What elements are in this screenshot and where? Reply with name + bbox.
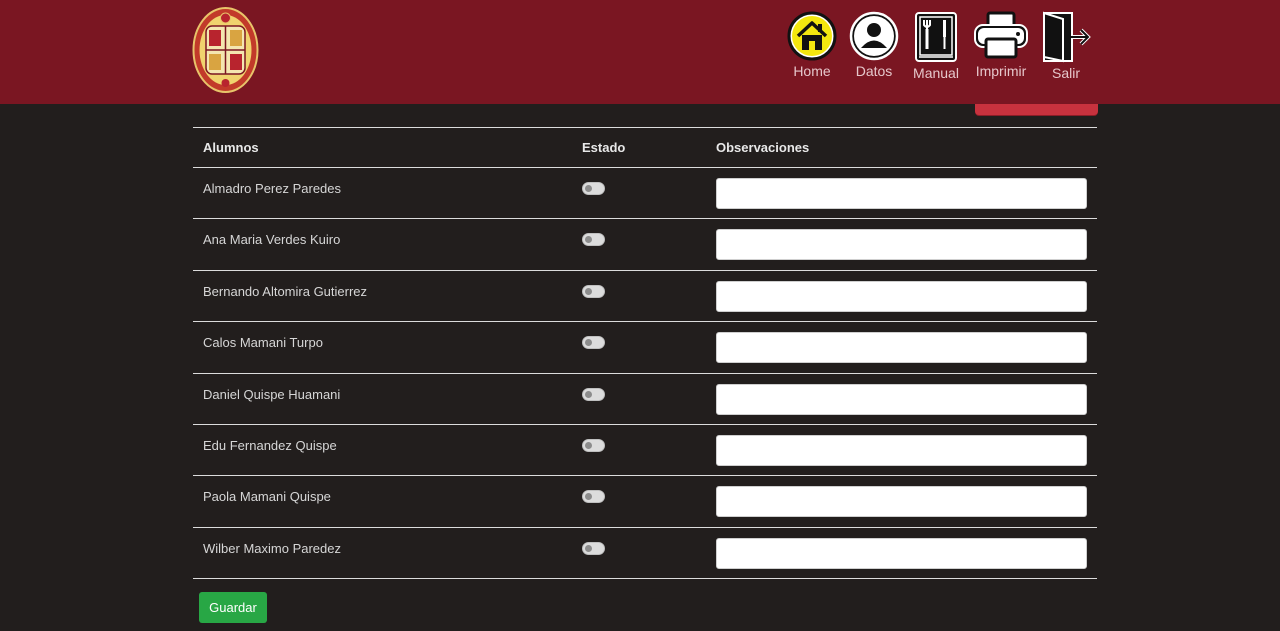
observaciones-input[interactable] [716, 178, 1087, 209]
student-name: Calos Mamani Turpo [193, 321, 572, 374]
estado-toggle[interactable] [582, 284, 605, 298]
nav-home-label: Home [793, 63, 831, 79]
student-name: Wilber Maximo Paredez [193, 527, 572, 580]
nav-imprimir[interactable]: Imprimir [971, 11, 1031, 79]
table-row: Wilber Maximo Paredez [193, 527, 1097, 580]
nav-salir-label: Salir [1051, 65, 1080, 81]
nav-datos-label: Datos [855, 63, 893, 79]
toggle-knob [585, 339, 592, 347]
nav-manual[interactable]: Manual [909, 11, 963, 81]
student-name: Bernando Altomira Gutierrez [193, 270, 572, 323]
observaciones-input[interactable] [716, 537, 1087, 569]
table-row: Daniel Quispe Huamani [193, 373, 1097, 425]
attendance-table: Alumnos Estado Observaciones Almadro Per… [193, 127, 1097, 580]
student-name: Almadro Perez Paredes [193, 167, 572, 220]
table-row: Almadro Perez Paredes [193, 167, 1097, 220]
table-row: Paola Mamani Quispe [193, 475, 1097, 528]
toggle-knob [585, 236, 592, 244]
nav-manual-label: Manual [913, 65, 959, 81]
student-name: Edu Fernandez Quispe [193, 424, 572, 477]
toggle-knob [585, 185, 592, 192]
home-icon [787, 11, 837, 61]
attendance-table-container: Alumnos Estado Observaciones Almadro Per… [193, 127, 1097, 580]
top-header: Home Datos Manual Imprimir Salir [0, 0, 1280, 104]
observaciones-input[interactable] [716, 383, 1087, 415]
toggle-knob [585, 441, 592, 449]
estado-toggle[interactable] [582, 490, 605, 504]
estado-toggle[interactable] [582, 541, 605, 555]
estado-toggle[interactable] [582, 182, 605, 195]
nav-salir[interactable]: Salir [1040, 11, 1092, 81]
table-row: Bernando Altomira Gutierrez [193, 270, 1097, 323]
nav-home[interactable]: Home [787, 11, 837, 79]
header-estado: Estado [572, 127, 706, 168]
table-header-row: Alumnos Estado Observaciones [193, 127, 1097, 168]
observaciones-input[interactable] [716, 434, 1087, 466]
printer-icon [974, 11, 1028, 59]
observaciones-input[interactable] [716, 229, 1087, 261]
guardar-button[interactable]: Guardar [199, 592, 267, 623]
student-name: Paola Mamani Quispe [193, 475, 572, 528]
header-observaciones: Observaciones [706, 127, 1097, 168]
main-nav: Home Datos Manual Imprimir Salir [0, 11, 1280, 101]
estado-toggle[interactable] [582, 387, 605, 401]
toggle-knob [585, 390, 592, 398]
exit-door-icon [1043, 11, 1091, 63]
table-row: Ana Maria Verdes Kuiro [193, 218, 1097, 271]
user-icon [849, 11, 899, 61]
header-alumnos: Alumnos [193, 127, 572, 168]
table-row: Calos Mamani Turpo [193, 321, 1097, 374]
tools-manual-icon [915, 12, 957, 62]
observaciones-input[interactable] [716, 486, 1087, 518]
observaciones-input[interactable] [716, 332, 1087, 364]
toggle-knob [585, 287, 592, 295]
table-row: Edu Fernandez Quispe [193, 424, 1097, 477]
estado-toggle[interactable] [582, 438, 605, 452]
estado-toggle[interactable] [582, 233, 605, 247]
student-name: Ana Maria Verdes Kuiro [193, 218, 572, 271]
toggle-knob [585, 493, 592, 501]
observaciones-input[interactable] [716, 280, 1087, 312]
estado-toggle[interactable] [582, 336, 605, 350]
nav-datos[interactable]: Datos [849, 11, 899, 79]
nav-imprimir-label: Imprimir [975, 63, 1027, 79]
student-name: Daniel Quispe Huamani [193, 373, 572, 425]
toggle-knob [585, 544, 592, 552]
